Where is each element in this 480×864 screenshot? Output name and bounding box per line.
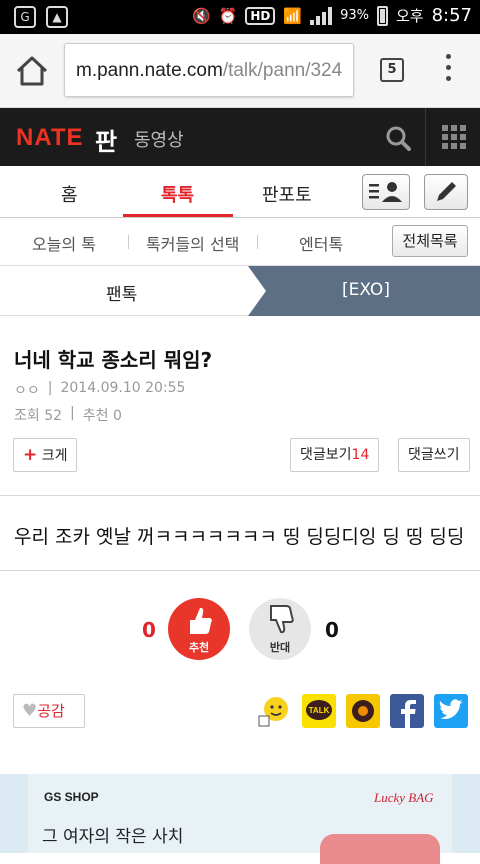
tab-talk[interactable]: 톡톡 — [161, 181, 194, 207]
view-comments-button[interactable]: 댓글보기14 — [290, 438, 380, 472]
subnav-today-talk[interactable]: 오늘의 톡 — [32, 231, 96, 255]
ad-copy: 그 여자의 작은 사치 — [42, 827, 184, 847]
browser-toolbar: m.pann.nate.com/talk/pann/324 5 — [0, 34, 480, 108]
wifi-icon: 📶 — [283, 6, 303, 25]
nate-logo[interactable]: NATE — [16, 124, 84, 152]
article-stats: 조회 52 | 추천 0 — [14, 405, 122, 425]
empathy-label: 공감 — [37, 702, 65, 720]
ad-bag-image — [320, 834, 440, 864]
divider — [0, 495, 480, 496]
tab-switcher-button[interactable]: 5 — [380, 58, 404, 82]
divider — [0, 570, 480, 571]
upvote-count: 0 — [142, 618, 156, 642]
gallery-notification-icon: ▲ — [46, 6, 68, 28]
mute-icon: 🔇 — [191, 6, 211, 25]
subnav-enter-talk[interactable]: 엔터톡 — [299, 231, 343, 255]
sub-nav: 오늘의 톡 톡커들의 선택 엔터톡 전체목록 — [0, 218, 480, 266]
my-page-button[interactable] — [362, 174, 410, 210]
status-bar: G ▲ 🔇 ⏰ HD 📶 93% 오후 8:57 — [0, 0, 480, 34]
write-comment-button[interactable]: 댓글쓰기 — [398, 438, 470, 472]
article-body: 우리 조카 옛날 꺼ㅋㅋㅋㅋㅋㅋㅋ 띵 딩딩디잉 딩 띵 딩딩 — [14, 526, 465, 548]
tab-pann-photo[interactable]: 판포토 — [262, 181, 312, 207]
kakaostory-icon[interactable] — [346, 694, 380, 728]
thumbs-down-icon — [270, 605, 294, 634]
views-count: 52 — [44, 408, 63, 424]
emoticon-icon[interactable] — [257, 694, 291, 728]
hd-voice-icon: HD — [245, 6, 276, 25]
recommend-count: 0 — [112, 408, 122, 424]
font-bigger-button[interactable]: + 크게 — [13, 438, 78, 472]
view-comments-label: 댓글보기 — [300, 447, 352, 463]
battery-percent: 93% — [340, 8, 369, 23]
article-title: 너네 학교 종소리 뭐임? — [14, 348, 213, 372]
upvote-button[interactable]: 추천 — [168, 598, 230, 660]
ad-brand-right: Lucky BAG — [374, 790, 434, 805]
tab-home[interactable]: 홈 — [61, 181, 78, 207]
upvote-label: 추천 — [188, 641, 210, 654]
comment-count: 14 — [351, 447, 370, 463]
kakaotalk-icon[interactable]: TALK — [302, 694, 336, 728]
site-header: NATE 판 동영상 — [0, 108, 480, 166]
signal-icon — [310, 6, 333, 25]
breadcrumb: 팬톡 [EXO] — [0, 266, 480, 316]
breadcrumb-level1-label[interactable]: 팬톡 — [106, 280, 137, 305]
all-list-button[interactable]: 전체목록 — [392, 225, 468, 257]
empathy-button[interactable]: ♥공감 — [13, 694, 85, 728]
ad-brand-left: GS SHOP — [44, 790, 99, 804]
search-icon[interactable] — [385, 125, 411, 151]
twitter-icon[interactable] — [434, 694, 468, 728]
alarm-icon: ⏰ — [218, 6, 238, 25]
meta-divider: | — [70, 405, 75, 421]
video-link[interactable]: 동영상 — [134, 126, 184, 152]
thumbs-up-icon — [190, 607, 212, 634]
author: ㅇㅇ — [14, 383, 40, 399]
write-button[interactable] — [424, 174, 468, 210]
url-path: /talk/pann/324 — [222, 60, 343, 81]
subnav-divider — [257, 235, 258, 249]
recommend-label: 추천 — [82, 408, 109, 424]
battery-icon — [376, 5, 388, 26]
clock: 8:57 — [431, 5, 472, 26]
user-list-icon — [369, 182, 402, 202]
notification-app-icon: G — [14, 6, 36, 28]
active-tab-indicator — [123, 214, 233, 217]
header-divider — [425, 108, 426, 166]
heart-icon: ♥ — [22, 701, 38, 721]
post-date: 2014.09.10 20:55 — [60, 380, 186, 396]
breadcrumb-arrow — [248, 266, 266, 316]
font-bigger-label: 크게 — [41, 448, 68, 464]
breadcrumb-level2-label[interactable]: [EXO] — [342, 280, 390, 300]
plus-icon: + — [23, 445, 38, 465]
main-nav: 홈 톡톡 판포토 — [0, 166, 480, 218]
home-icon[interactable] — [14, 54, 50, 88]
downvote-label: 반대 — [269, 641, 291, 654]
overflow-menu-icon[interactable] — [446, 54, 454, 84]
subnav-divider — [128, 235, 129, 249]
meta-divider: | — [47, 380, 53, 396]
facebook-icon[interactable] — [390, 694, 424, 728]
downvote-button[interactable]: 반대 — [249, 598, 311, 660]
pencil-icon — [437, 182, 456, 201]
subnav-talker-choice[interactable]: 톡커들의 선택 — [146, 231, 239, 255]
ad-banner[interactable]: GS SHOP Lucky BAG 그 여자의 작은 사치 — [0, 774, 480, 864]
article-meta: ㅇㅇ | 2014.09.10 20:55 — [14, 380, 185, 400]
apps-grid-icon[interactable] — [442, 125, 466, 149]
ampm: 오후 — [395, 7, 424, 25]
url-host: m.pann.nate.com — [76, 60, 223, 81]
kakao-talk-label: TALK — [309, 706, 330, 715]
url-field[interactable]: m.pann.nate.com/talk/pann/324 — [64, 43, 354, 97]
downvote-count: 0 — [325, 618, 339, 642]
pann-logo[interactable]: 판 — [95, 122, 117, 157]
views-label: 조회 — [14, 408, 40, 424]
